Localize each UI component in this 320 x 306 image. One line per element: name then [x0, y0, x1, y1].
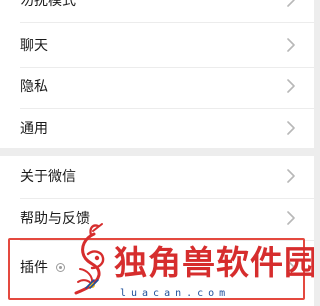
- settings-item-label: 插件: [20, 257, 65, 277]
- settings-item-label: 勿扰模式: [20, 0, 76, 9]
- chevron-right-icon: [287, 211, 295, 225]
- settings-item-plugins[interactable]: 插件: [0, 244, 314, 290]
- settings-item-about-wechat[interactable]: 关于微信: [0, 153, 314, 199]
- settings-item-general[interactable]: 通用: [0, 105, 314, 151]
- settings-item-do-not-disturb[interactable]: 勿扰模式: [0, 0, 314, 23]
- settings-item-label: 通用: [20, 121, 48, 137]
- plugins-label-text: 插件: [20, 260, 48, 276]
- plugin-status-icon: [56, 263, 65, 272]
- settings-item-label: 聊天: [20, 38, 48, 54]
- settings-item-label: 隐私: [20, 79, 48, 95]
- chevron-right-icon: [287, 0, 295, 7]
- settings-item-help-feedback[interactable]: 帮助与反馈: [0, 195, 314, 241]
- settings-screen: 勿扰模式 聊天 隐私 通用 关于微信 帮助与反馈 插件 独角兽软件园 luaca…: [0, 0, 314, 306]
- settings-item-chat[interactable]: 聊天: [0, 22, 314, 68]
- chevron-right-icon: [287, 121, 295, 135]
- chevron-right-icon: [287, 169, 295, 183]
- chevron-right-icon: [287, 260, 295, 274]
- row-divider: [20, 240, 314, 241]
- settings-item-label: 关于微信: [20, 169, 76, 185]
- settings-item-label: 帮助与反馈: [20, 211, 90, 227]
- chevron-right-icon: [287, 38, 295, 52]
- chevron-right-icon: [287, 79, 295, 93]
- settings-item-privacy[interactable]: 隐私: [0, 63, 314, 109]
